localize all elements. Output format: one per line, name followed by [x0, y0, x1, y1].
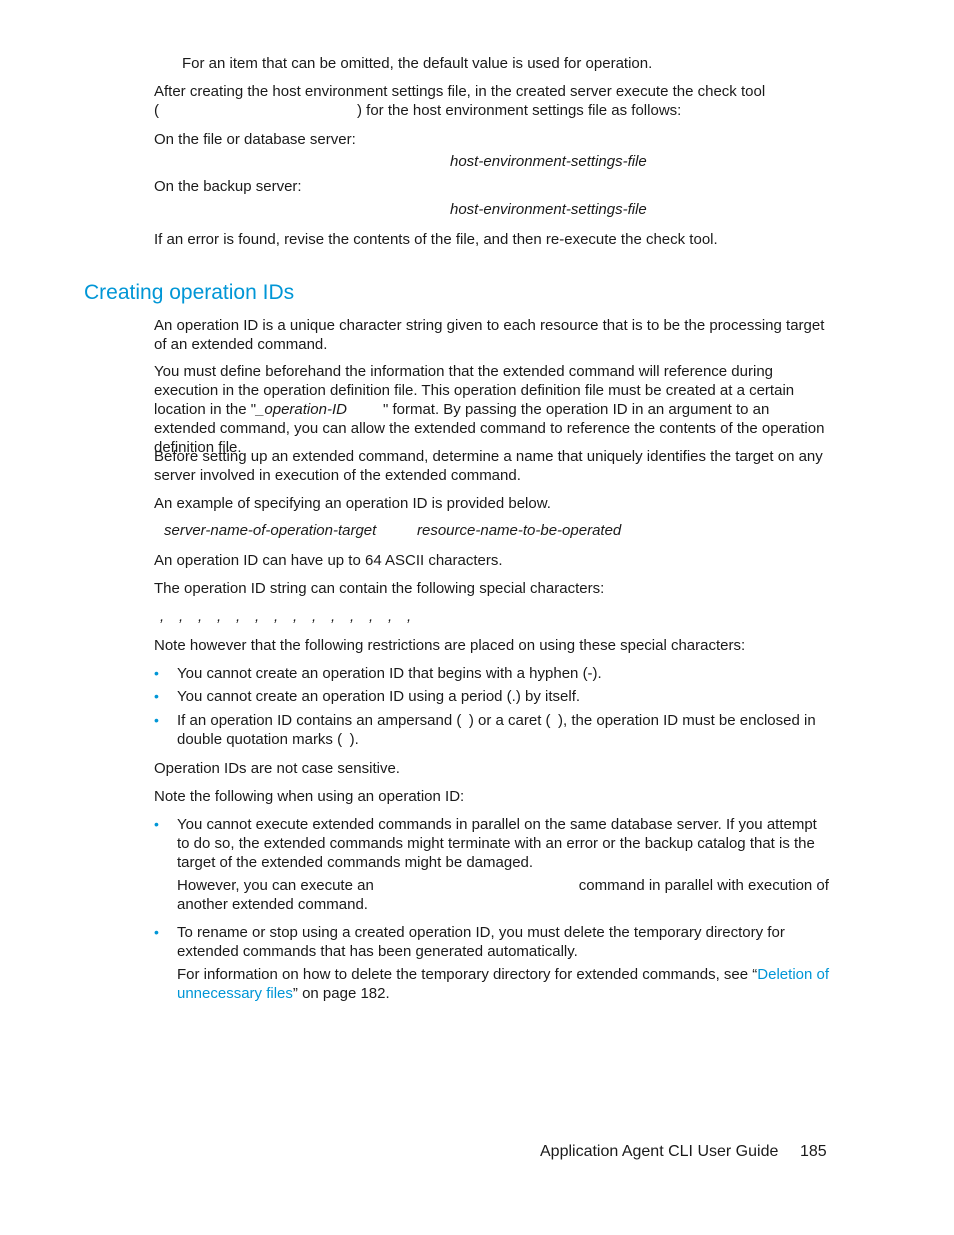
usage-notes-intro: Note the following when using an operati…: [154, 788, 465, 805]
usage-note-text: You cannot execute extended commands in …: [177, 816, 817, 871]
page-number: 185: [800, 1143, 827, 1160]
example-server-name: server-name-of-operation-target: [164, 522, 377, 539]
check-tool-paragraph: After creating the host environment sett…: [154, 82, 830, 120]
paren-open: (: [154, 102, 159, 119]
error-paragraph: If an error is found, revise the content…: [154, 231, 718, 248]
naming-paragraph: Before setting up an extended command, d…: [154, 448, 823, 484]
restriction-item: • You cannot create an operation ID that…: [154, 664, 830, 683]
usage-note-sub: For information on how to delete the tem…: [177, 965, 830, 1003]
bullet-icon: •: [154, 688, 159, 704]
usage-note-sub-b: ” on page 182.: [292, 985, 390, 1002]
bullet-icon: •: [154, 816, 159, 832]
special-char-separator: ,: [312, 608, 317, 625]
special-char-separator: ,: [255, 608, 260, 625]
backup-server-label: On the backup server:: [154, 178, 302, 195]
file-server-command-arg: host-environment-settings-file: [450, 153, 647, 170]
bullet-icon: •: [154, 924, 159, 940]
usage-note-sub: However, you can execute an command in pa…: [177, 876, 830, 914]
case-sensitivity-note: Operation IDs are not case sensitive.: [154, 760, 400, 777]
usage-note-item: • You cannot execute extended commands i…: [154, 815, 830, 872]
special-char-separator: ,: [274, 608, 279, 625]
special-chars-intro: The operation ID string can contain the …: [154, 580, 605, 597]
check-tool-line2: ) for the host environment settings file…: [357, 102, 682, 119]
bullet-icon: •: [154, 712, 159, 728]
definition-file-paragraph: You must define beforehand the informati…: [154, 362, 830, 457]
special-char-separator: ,: [198, 608, 203, 625]
section-heading: Creating operation IDs: [84, 281, 295, 304]
special-char-separator: ,: [350, 608, 355, 625]
special-char-separator: ,: [388, 608, 393, 625]
restriction-text: You cannot create an operation ID that b…: [177, 665, 602, 682]
backup-server-command-arg: host-environment-settings-file: [450, 201, 647, 218]
operation-id-placeholder: _operation-ID: [256, 401, 347, 418]
restriction-text: If an operation ID contains an ampersand…: [177, 712, 816, 748]
file-server-label: On the file or database server:: [154, 131, 356, 148]
special-char-separator: ,: [179, 608, 184, 625]
special-char-separator: ,: [160, 608, 165, 625]
example-intro: An example of specifying an operation ID…: [154, 495, 551, 512]
footer-guide-title: Application Agent CLI User Guide: [540, 1143, 779, 1160]
restriction-item: • If an operation ID contains an ampersa…: [154, 711, 830, 749]
special-characters-list: ,,,,,,,,,,,,,,: [160, 608, 426, 625]
usage-note-sub-a: For information on how to delete the tem…: [177, 966, 758, 983]
restrictions-intro: Note however that the following restrict…: [154, 637, 746, 654]
special-char-separator: ,: [331, 608, 336, 625]
usage-note-sub-a: However, you can execute an: [177, 877, 374, 894]
special-char-separator: ,: [217, 608, 222, 625]
special-char-separator: ,: [236, 608, 241, 625]
check-tool-line1: After creating the host environment sett…: [154, 83, 766, 100]
operation-id-definition: An operation ID is a unique character st…: [154, 317, 825, 353]
omitted-item-note: For an item that can be omitted, the def…: [182, 55, 653, 72]
special-char-separator: ,: [369, 608, 374, 625]
special-char-separator: ,: [407, 608, 412, 625]
special-char-separator: ,: [293, 608, 298, 625]
restriction-text: You cannot create an operation ID using …: [177, 688, 581, 705]
usage-note-text: To rename or stop using a created operat…: [177, 924, 785, 960]
example-resource-name: resource-name-to-be-operated: [417, 522, 622, 539]
restriction-item: • You cannot create an operation ID usin…: [154, 687, 830, 706]
length-limit-paragraph: An operation ID can have up to 64 ASCII …: [154, 552, 503, 569]
bullet-icon: •: [154, 665, 159, 681]
usage-note-item: • To rename or stop using a created oper…: [154, 923, 830, 961]
